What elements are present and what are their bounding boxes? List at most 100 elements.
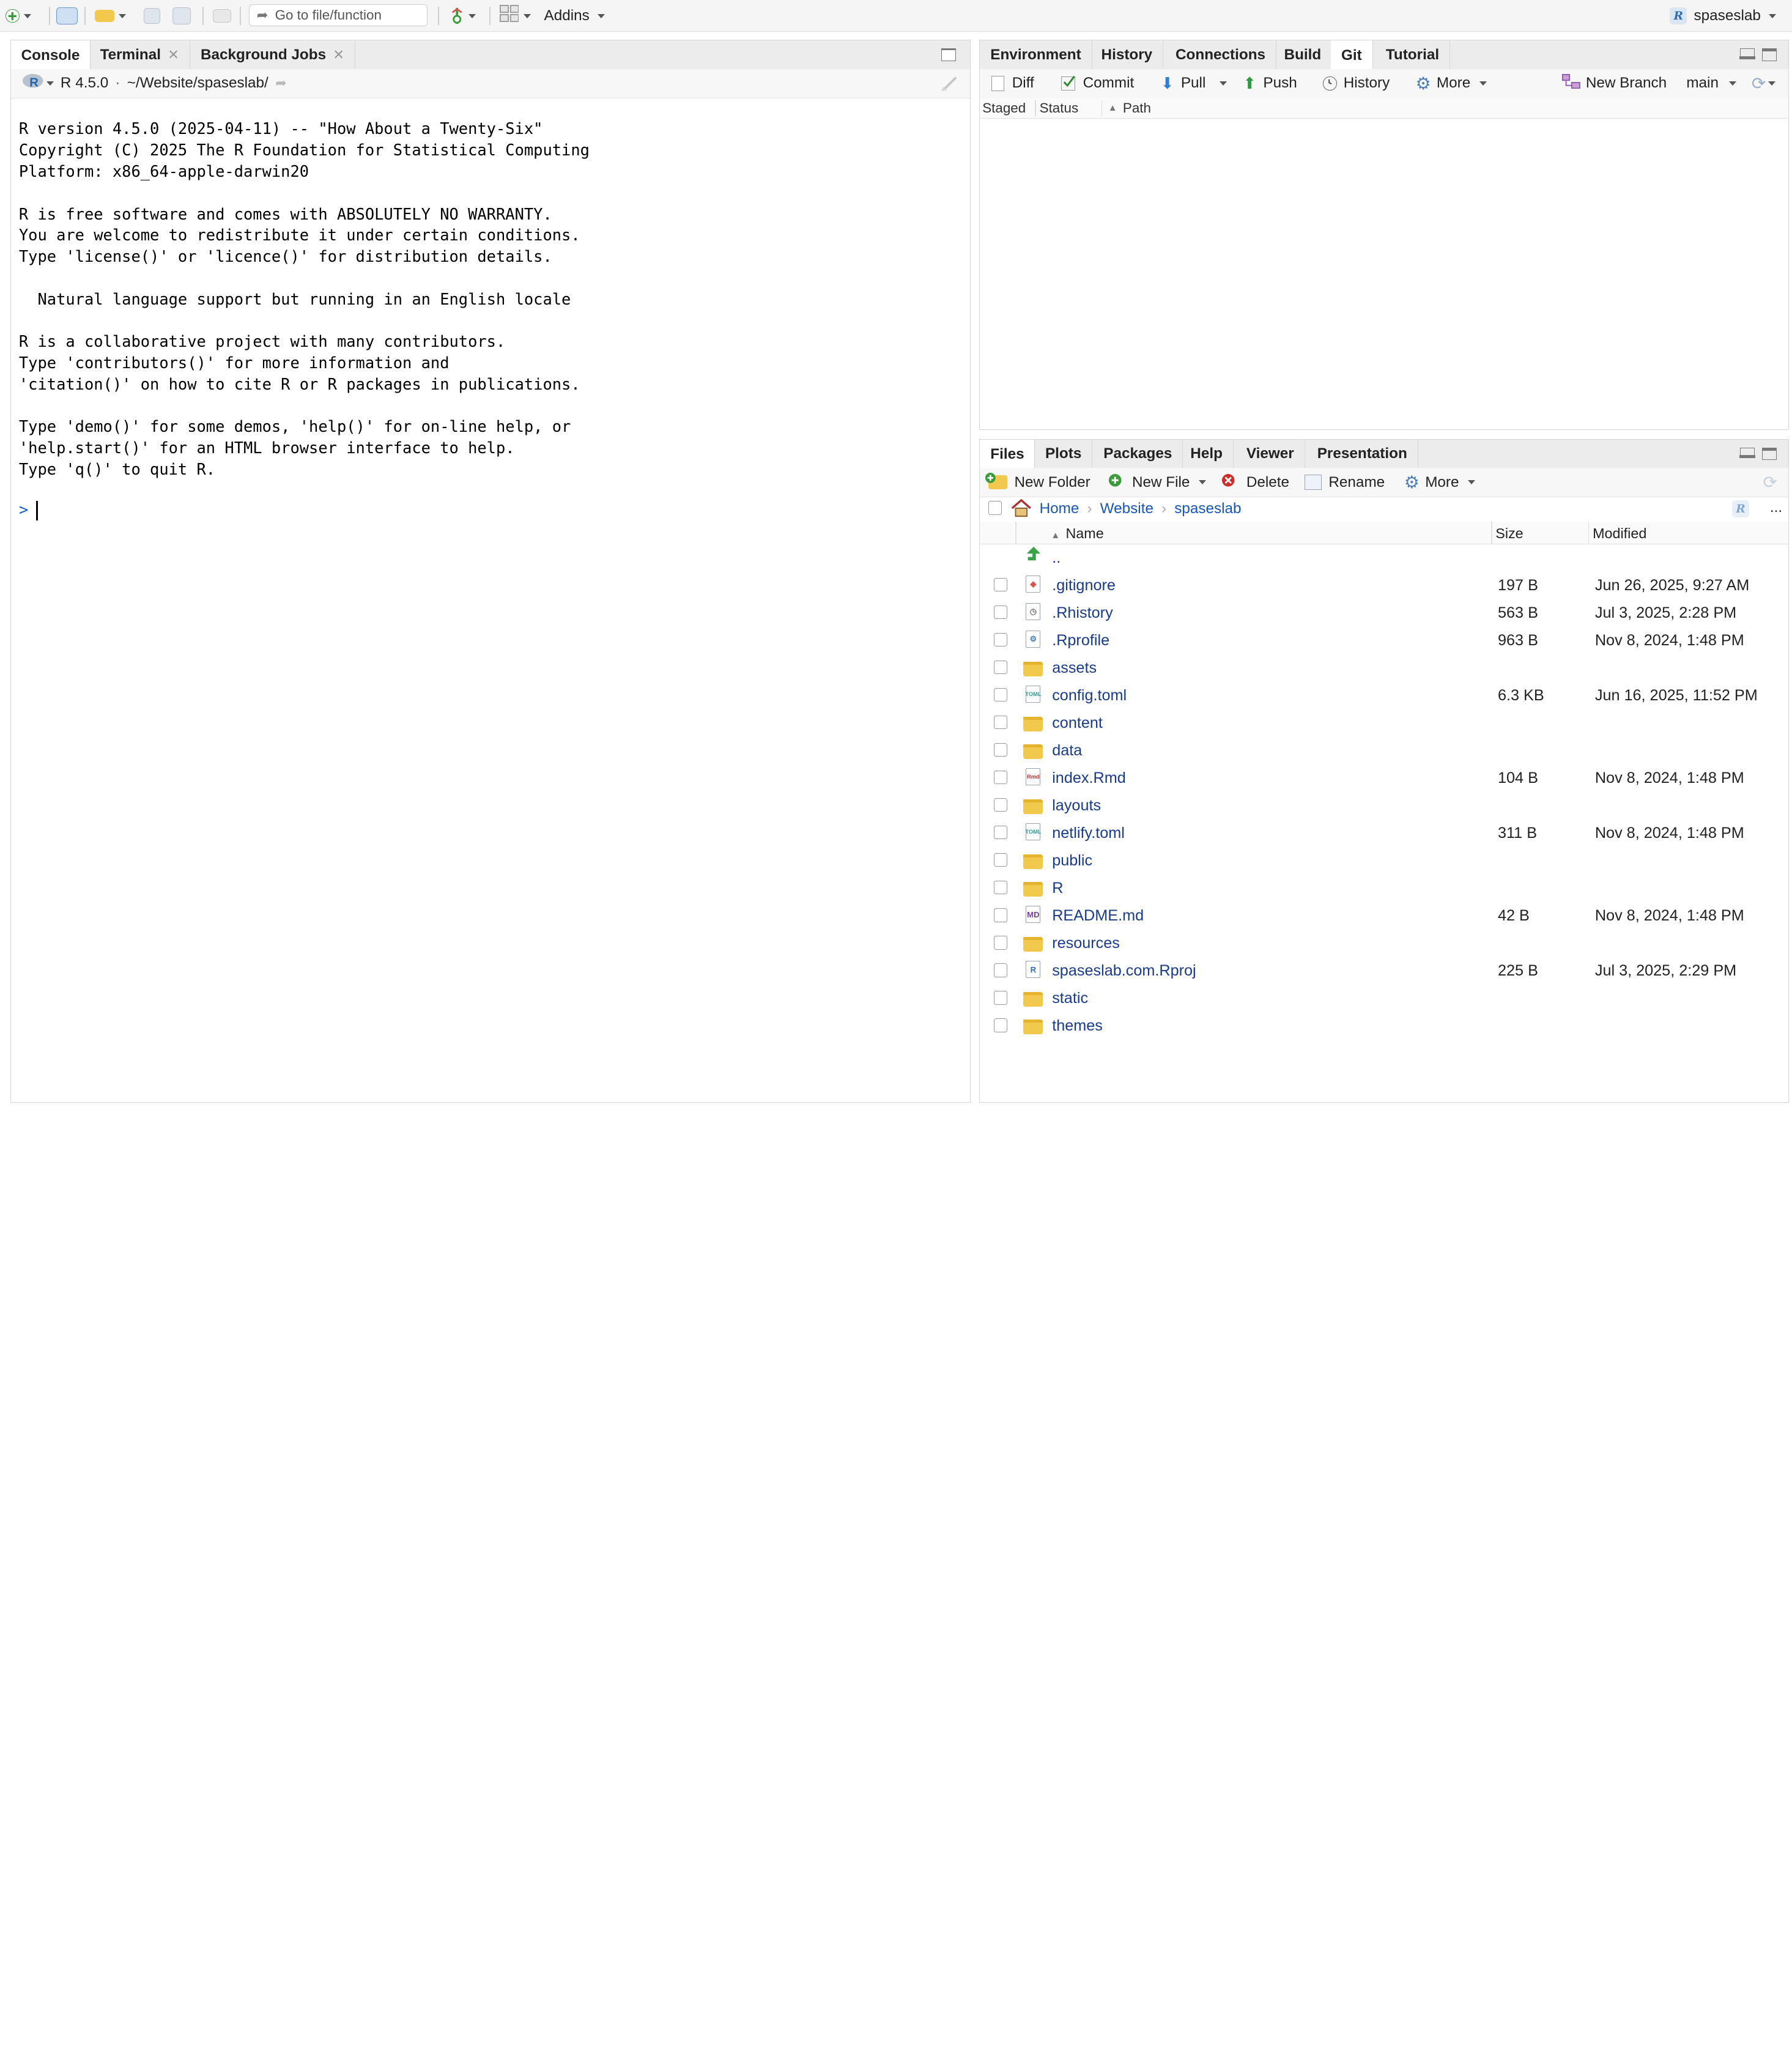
maximize-pane-icon[interactable] — [1761, 447, 1777, 461]
open-file-button[interactable] — [95, 0, 127, 32]
new-file-menu[interactable]: New File — [1108, 468, 1207, 497]
file-name[interactable]: index.Rmd — [1052, 769, 1126, 787]
maximize-pane-icon[interactable] — [1761, 48, 1777, 62]
file-name[interactable]: static — [1052, 990, 1088, 1007]
file-name[interactable]: resources — [1052, 935, 1120, 952]
tab-history[interactable]: History — [1091, 40, 1164, 70]
tab-help[interactable]: Help — [1180, 439, 1234, 468]
file-checkbox[interactable] — [993, 660, 1008, 675]
breadcrumb-spaseslab[interactable]: spaseslab — [1174, 500, 1241, 517]
refresh-files-button[interactable]: ⟳ — [1763, 468, 1777, 497]
file-checkbox[interactable] — [993, 853, 1008, 867]
file-checkbox[interactable] — [993, 687, 1008, 702]
select-all-checkbox[interactable] — [988, 501, 1002, 515]
column-modified[interactable]: Modified — [1593, 525, 1646, 542]
vcs-button[interactable] — [450, 0, 476, 32]
tab-environment[interactable]: Environment — [980, 40, 1092, 70]
file-row[interactable]: ⚙ .Rprofile 963 B Nov 8, 2024, 1:48 PM — [980, 627, 1788, 654]
console-input[interactable] — [35, 501, 38, 521]
close-icon[interactable]: ✕ — [333, 47, 344, 63]
go-to-directory-icon[interactable]: ➦ — [275, 75, 287, 91]
file-row[interactable]: ◆ .gitignore 197 B Jun 26, 2025, 9:27 AM — [980, 572, 1788, 599]
git-more-menu[interactable]: ⚙ More — [1415, 69, 1487, 98]
file-checkbox[interactable] — [993, 632, 1008, 647]
file-name[interactable]: content — [1052, 714, 1103, 732]
file-name[interactable]: public — [1052, 852, 1092, 870]
r-version-menu[interactable]: R R 4.5.0 · ~/Website/spaseslab/ ➦ — [21, 69, 287, 98]
file-row[interactable]: static — [980, 985, 1788, 1013]
tab-terminal[interactable]: Terminal ✕ — [90, 40, 190, 70]
file-checkbox[interactable] — [993, 605, 1008, 620]
file-checkbox[interactable] — [993, 1018, 1008, 1032]
more-ellipsis[interactable]: ... — [1770, 499, 1782, 516]
tab-console[interactable]: Console — [10, 40, 91, 70]
addins-menu[interactable]: Addins — [544, 0, 605, 32]
restore-pane-icon[interactable] — [941, 48, 957, 62]
file-checkbox[interactable] — [993, 908, 1008, 922]
column-staged[interactable]: Staged — [982, 98, 1026, 119]
tab-git[interactable]: Git — [1331, 40, 1373, 70]
delete-button[interactable]: Delete — [1221, 468, 1289, 497]
column-size[interactable]: Size — [1495, 525, 1523, 542]
file-row[interactable]: public — [980, 848, 1788, 875]
refresh-button[interactable]: ⟳ — [1752, 69, 1776, 98]
file-name[interactable]: spaseslab.com.Rproj — [1052, 962, 1196, 980]
branch-select[interactable]: main — [1686, 69, 1736, 98]
file-name[interactable]: themes — [1052, 1017, 1103, 1035]
home-icon[interactable] — [1011, 498, 1032, 522]
file-row[interactable]: Rmd index.Rmd 104 B Nov 8, 2024, 1:48 PM — [980, 765, 1788, 793]
pane-layout-button[interactable] — [499, 0, 531, 32]
file-row[interactable]: ◷ .Rhistory 563 B Jul 3, 2025, 2:28 PM — [980, 599, 1788, 627]
breadcrumb-home[interactable]: Home — [1040, 500, 1079, 517]
file-row[interactable]: MD README.md 42 B Nov 8, 2024, 1:48 PM — [980, 903, 1788, 930]
parent-directory-link[interactable]: .. — [1052, 549, 1061, 567]
file-row[interactable]: themes — [980, 1013, 1788, 1040]
tab-viewer[interactable]: Viewer — [1236, 439, 1305, 468]
go-to-project-dir-icon[interactable]: R — [1731, 500, 1749, 517]
save-all-button[interactable] — [172, 0, 191, 32]
file-name[interactable]: README.md — [1052, 907, 1144, 925]
push-button[interactable]: ⬆ Push — [1243, 69, 1297, 98]
rename-button[interactable]: Rename — [1305, 468, 1385, 497]
file-name[interactable]: R — [1052, 879, 1063, 897]
file-checkbox[interactable] — [993, 963, 1008, 977]
parent-directory-row[interactable]: .. — [980, 544, 1788, 572]
commit-button[interactable]: Commit — [1061, 69, 1134, 98]
file-row[interactable]: R — [980, 875, 1788, 903]
files-more-menu[interactable]: ⚙ More — [1404, 468, 1476, 497]
file-checkbox[interactable] — [993, 770, 1008, 785]
file-name[interactable]: assets — [1052, 659, 1097, 677]
tab-packages[interactable]: Packages — [1093, 439, 1183, 468]
print-button[interactable] — [212, 0, 231, 32]
file-name[interactable]: config.toml — [1052, 687, 1127, 705]
tab-presentation[interactable]: Presentation — [1307, 439, 1418, 468]
file-checkbox[interactable] — [993, 742, 1008, 757]
tab-build[interactable]: Build — [1274, 40, 1333, 70]
tab-tutorial[interactable]: Tutorial — [1375, 40, 1450, 70]
file-name[interactable]: .Rhistory — [1052, 604, 1113, 622]
minimize-pane-icon[interactable] — [1739, 447, 1756, 459]
file-row[interactable]: data — [980, 738, 1788, 765]
file-name[interactable]: layouts — [1052, 797, 1101, 815]
column-status[interactable]: Status — [1040, 98, 1079, 119]
tab-background-jobs[interactable]: Background Jobs ✕ — [190, 40, 355, 70]
file-checkbox[interactable] — [993, 991, 1008, 1005]
file-row[interactable]: resources — [980, 930, 1788, 958]
column-path[interactable]: ▲ Path — [1108, 98, 1151, 119]
file-row[interactable]: Rspaseslab.com.Rproj 225 B Jul 3, 2025, 2:… — [980, 958, 1788, 985]
file-row[interactable]: TOML config.toml 6.3 KB Jun 16, 2025, 11:52… — [980, 682, 1788, 709]
file-checkbox[interactable] — [993, 936, 1008, 950]
new-project-button[interactable] — [56, 0, 78, 32]
pull-button[interactable]: ⬇ Pull — [1161, 69, 1227, 98]
file-checkbox[interactable] — [993, 577, 1008, 592]
tab-plots[interactable]: Plots — [1035, 439, 1093, 468]
goto-file-function-input[interactable]: ➦ Go to file/function — [249, 4, 428, 26]
breadcrumb-website[interactable]: Website — [1100, 500, 1153, 517]
file-name[interactable]: .gitignore — [1052, 577, 1116, 594]
new-folder-button[interactable]: New Folder — [985, 468, 1090, 497]
minimize-pane-icon[interactable] — [1739, 48, 1756, 60]
close-icon[interactable]: ✕ — [168, 47, 179, 63]
file-name[interactable]: .Rprofile — [1052, 632, 1109, 650]
tab-files[interactable]: Files — [980, 439, 1035, 470]
file-row[interactable]: content — [980, 710, 1788, 738]
